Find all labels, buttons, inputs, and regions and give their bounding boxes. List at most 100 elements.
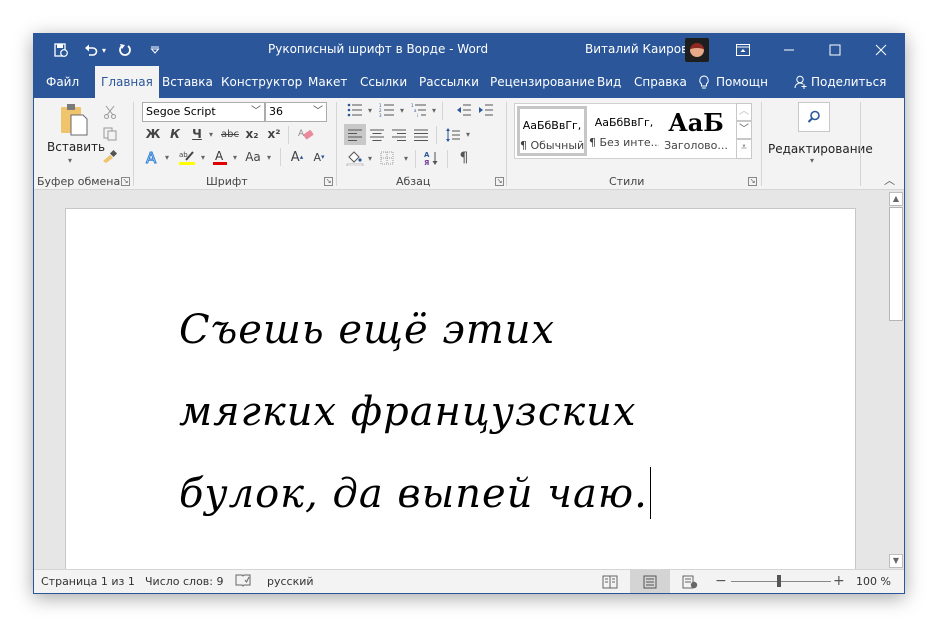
- tab-mailings[interactable]: Рассылки: [419, 66, 479, 98]
- tab-help[interactable]: Справка: [634, 66, 687, 98]
- scroll-down-button[interactable]: ▼: [889, 554, 903, 568]
- collapse-ribbon-button[interactable]: ︿: [884, 172, 895, 188]
- style-no-spacing[interactable]: АаБбВвГг, ¶ Без инте...: [589, 106, 659, 156]
- scroll-up-button[interactable]: ▲: [889, 192, 903, 206]
- font-color-dropdown-icon[interactable]: ▾: [230, 148, 240, 166]
- change-case-dropdown-icon[interactable]: ▾: [264, 148, 274, 166]
- read-mode-button[interactable]: [590, 570, 630, 593]
- web-layout-button[interactable]: [670, 570, 710, 593]
- zoom-level[interactable]: 100 %: [856, 575, 891, 588]
- user-name[interactable]: Виталий Каиров: [585, 42, 688, 56]
- justify-button[interactable]: [410, 124, 432, 145]
- text-effects-dropdown-icon[interactable]: ▾: [162, 148, 172, 166]
- paste-dropdown-icon[interactable]: ▾: [68, 156, 72, 165]
- ribbon-display-options-button[interactable]: [720, 34, 766, 66]
- paragraph-launcher-icon[interactable]: ↘: [495, 177, 504, 186]
- find-button[interactable]: [798, 102, 830, 132]
- font-launcher-icon[interactable]: ↘: [324, 177, 333, 186]
- close-button[interactable]: [858, 34, 904, 66]
- text-effects-button[interactable]: A: [144, 148, 162, 166]
- tab-review[interactable]: Рецензирование: [490, 66, 595, 98]
- zoom-out-button[interactable]: −: [715, 573, 727, 589]
- line-spacing-dropdown-icon[interactable]: ▾: [464, 124, 472, 145]
- scrollbar-thumb[interactable]: [889, 207, 903, 321]
- clear-formatting-button[interactable]: A: [296, 125, 316, 143]
- page-count[interactable]: Страница 1 из 1: [41, 575, 135, 588]
- borders-dropdown-icon[interactable]: ▾: [402, 148, 410, 168]
- highlight-dropdown-icon[interactable]: ▾: [198, 148, 208, 166]
- copy-button[interactable]: [100, 125, 120, 143]
- format-painter-button[interactable]: [100, 147, 120, 165]
- tab-layout[interactable]: Макет: [308, 66, 347, 98]
- borders-button[interactable]: [376, 148, 398, 168]
- tell-me-button[interactable]: Помощн: [698, 66, 768, 98]
- vertical-scrollbar[interactable]: ▲ ▼: [888, 191, 904, 569]
- italic-button[interactable]: К: [166, 125, 184, 143]
- superscript-button[interactable]: x²: [265, 125, 283, 143]
- highlight-button[interactable]: ab: [176, 148, 198, 166]
- font-size-combo[interactable]: 36 ﹀: [265, 102, 327, 122]
- font-name-combo[interactable]: Segoe Script ﹀: [142, 102, 265, 122]
- print-layout-button[interactable]: [630, 570, 670, 593]
- sort-button[interactable]: AЯ: [421, 148, 443, 168]
- cut-button[interactable]: [100, 103, 120, 121]
- multilevel-list-button[interactable]: 1ai: [408, 101, 430, 119]
- document-body[interactable]: Съешь ещё этих мягких французских булок,…: [179, 289, 651, 535]
- line-spacing-button[interactable]: [442, 124, 464, 145]
- shading-button[interactable]: [344, 148, 366, 168]
- undo-dropdown-icon[interactable]: ▾: [102, 46, 106, 55]
- align-right-button[interactable]: [388, 124, 410, 145]
- tab-home[interactable]: Главная: [95, 66, 159, 98]
- word-count[interactable]: Число слов: 9: [145, 575, 224, 588]
- shrink-font-button[interactable]: A ▾: [310, 148, 328, 166]
- maximize-button[interactable]: [812, 34, 858, 66]
- document-page[interactable]: Съешь ещё этих мягких французских булок,…: [65, 208, 856, 578]
- tab-file[interactable]: Файл: [46, 66, 79, 98]
- paste-button[interactable]: [56, 102, 92, 138]
- tab-design[interactable]: Конструктор: [221, 66, 302, 98]
- numbering-dropdown-icon[interactable]: ▾: [398, 101, 406, 119]
- numbering-button[interactable]: 123: [376, 101, 398, 119]
- autosave-icon[interactable]: [50, 39, 72, 61]
- paste-label[interactable]: Вставить: [47, 140, 105, 154]
- tab-insert[interactable]: Вставка: [162, 66, 213, 98]
- underline-button[interactable]: Ч: [188, 125, 206, 143]
- shading-dropdown-icon[interactable]: ▾: [366, 148, 374, 168]
- bold-button[interactable]: Ж: [144, 125, 162, 143]
- styles-scroll-down-button[interactable]: ﹀: [736, 121, 752, 139]
- zoom-slider-thumb[interactable]: [777, 575, 781, 587]
- style-heading-1[interactable]: АаБ Заголово...: [661, 106, 731, 156]
- proofing-button[interactable]: [235, 573, 251, 590]
- grow-font-button[interactable]: A ▴: [288, 148, 306, 166]
- editing-label[interactable]: Редактирование: [768, 142, 873, 156]
- redo-icon[interactable]: [114, 39, 136, 61]
- increase-indent-button[interactable]: [476, 101, 496, 119]
- multilevel-dropdown-icon[interactable]: ▾: [430, 101, 438, 119]
- style-normal[interactable]: АаБбВвГг, ¶ Обычный: [517, 106, 587, 156]
- undo-icon[interactable]: [80, 39, 102, 61]
- strikethrough-button[interactable]: abc: [219, 125, 241, 143]
- customize-qat-icon[interactable]: [144, 39, 166, 61]
- styles-scroll-up-button[interactable]: ︿: [736, 103, 752, 121]
- share-button[interactable]: Поделиться: [794, 66, 886, 98]
- tab-view[interactable]: Вид: [597, 66, 621, 98]
- underline-dropdown-icon[interactable]: ▾: [206, 125, 216, 143]
- avatar[interactable]: [685, 38, 709, 62]
- align-center-button[interactable]: [366, 124, 388, 145]
- language-indicator[interactable]: русский: [267, 575, 314, 588]
- font-color-button[interactable]: A: [210, 148, 230, 166]
- tab-references[interactable]: Ссылки: [360, 66, 407, 98]
- zoom-in-button[interactable]: +: [833, 573, 845, 589]
- show-formatting-button[interactable]: ¶: [453, 148, 475, 168]
- styles-more-button[interactable]: ⩡: [736, 139, 752, 159]
- clipboard-launcher-icon[interactable]: ↘: [121, 177, 130, 186]
- bullets-dropdown-icon[interactable]: ▾: [366, 101, 374, 119]
- subscript-button[interactable]: x₂: [243, 125, 261, 143]
- change-case-button[interactable]: Aa: [242, 148, 264, 166]
- align-left-button[interactable]: [344, 124, 366, 145]
- bullets-button[interactable]: [344, 101, 366, 119]
- styles-launcher-icon[interactable]: ↘: [748, 177, 757, 186]
- zoom-slider-track[interactable]: [731, 581, 831, 582]
- decrease-indent-button[interactable]: [454, 101, 474, 119]
- minimize-button[interactable]: [766, 34, 812, 66]
